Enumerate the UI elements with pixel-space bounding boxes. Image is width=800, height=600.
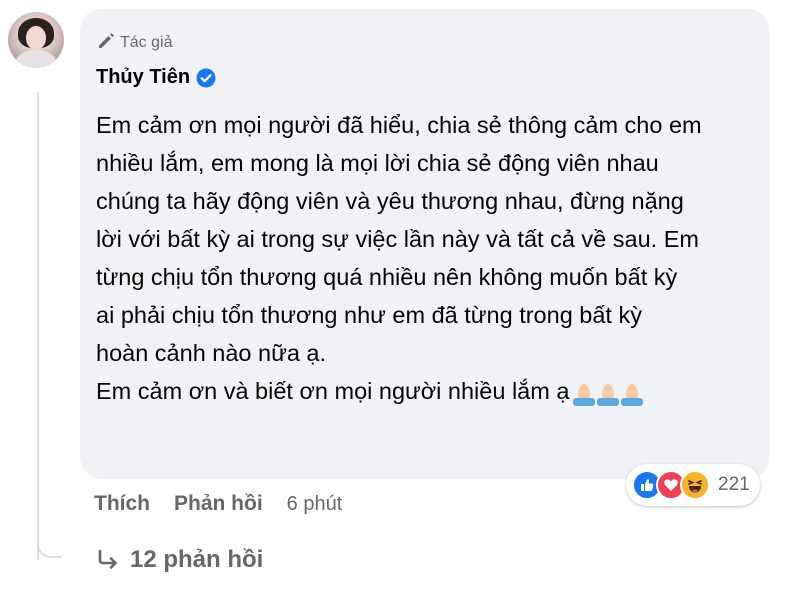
thread-line <box>37 92 39 560</box>
reply-button[interactable]: Phản hồi <box>174 492 263 516</box>
comment-line: ai phải chịu tổn thương như em đã từng t… <box>96 302 642 328</box>
author-badge: Tác giả <box>96 30 172 55</box>
comment-actions: Thích Phản hồi 6 phút <box>94 492 342 516</box>
folded-hands-icon <box>597 380 620 406</box>
pencil-icon <box>96 30 116 55</box>
like-button[interactable]: Thích <box>94 492 150 516</box>
reply-arrow-icon <box>98 549 117 569</box>
folded-hands-icon <box>573 380 596 406</box>
replies-count-label: 12 phản hồi <box>130 546 264 573</box>
author-name[interactable]: Thủy Tiên <box>96 66 190 89</box>
reaction-summary[interactable]: 221 <box>626 464 760 506</box>
haha-reaction-icon <box>680 470 710 500</box>
comment-line: nhiều lắm, em mong là mọi lời chia sẻ độ… <box>96 150 659 176</box>
avatar[interactable] <box>8 12 64 68</box>
comment-line: chúng ta hãy động viên và yêu thương nha… <box>96 188 684 214</box>
comment-text: Em cảm ơn mọi người đã hiểu, chia sẻ thô… <box>96 106 766 410</box>
reaction-count: 221 <box>718 474 750 495</box>
comment-line: hoàn cảnh nào nữa ạ. <box>96 340 327 366</box>
reply-connector <box>37 528 61 558</box>
verified-badge-icon <box>196 68 216 87</box>
comment-last-line: Em cảm ơn và biết ơn mọi người nhiều lắm… <box>96 372 766 410</box>
comment-line: từng chịu tổn thương quá nhiều nên không… <box>96 264 678 290</box>
folded-hands-icon <box>621 380 644 406</box>
timestamp[interactable]: 6 phút <box>287 493 343 516</box>
view-replies-link[interactable]: 12 phản hồi <box>94 546 263 574</box>
comment-line: Em cảm ơn mọi người đã hiểu, chia sẻ thô… <box>96 112 702 138</box>
comment-line: lời với bất kỳ ai trong sự việc lần này … <box>96 226 699 252</box>
author-row: Thủy Tiên <box>96 66 216 89</box>
author-badge-label: Tác giả <box>120 33 173 51</box>
emoji-group <box>573 380 644 406</box>
